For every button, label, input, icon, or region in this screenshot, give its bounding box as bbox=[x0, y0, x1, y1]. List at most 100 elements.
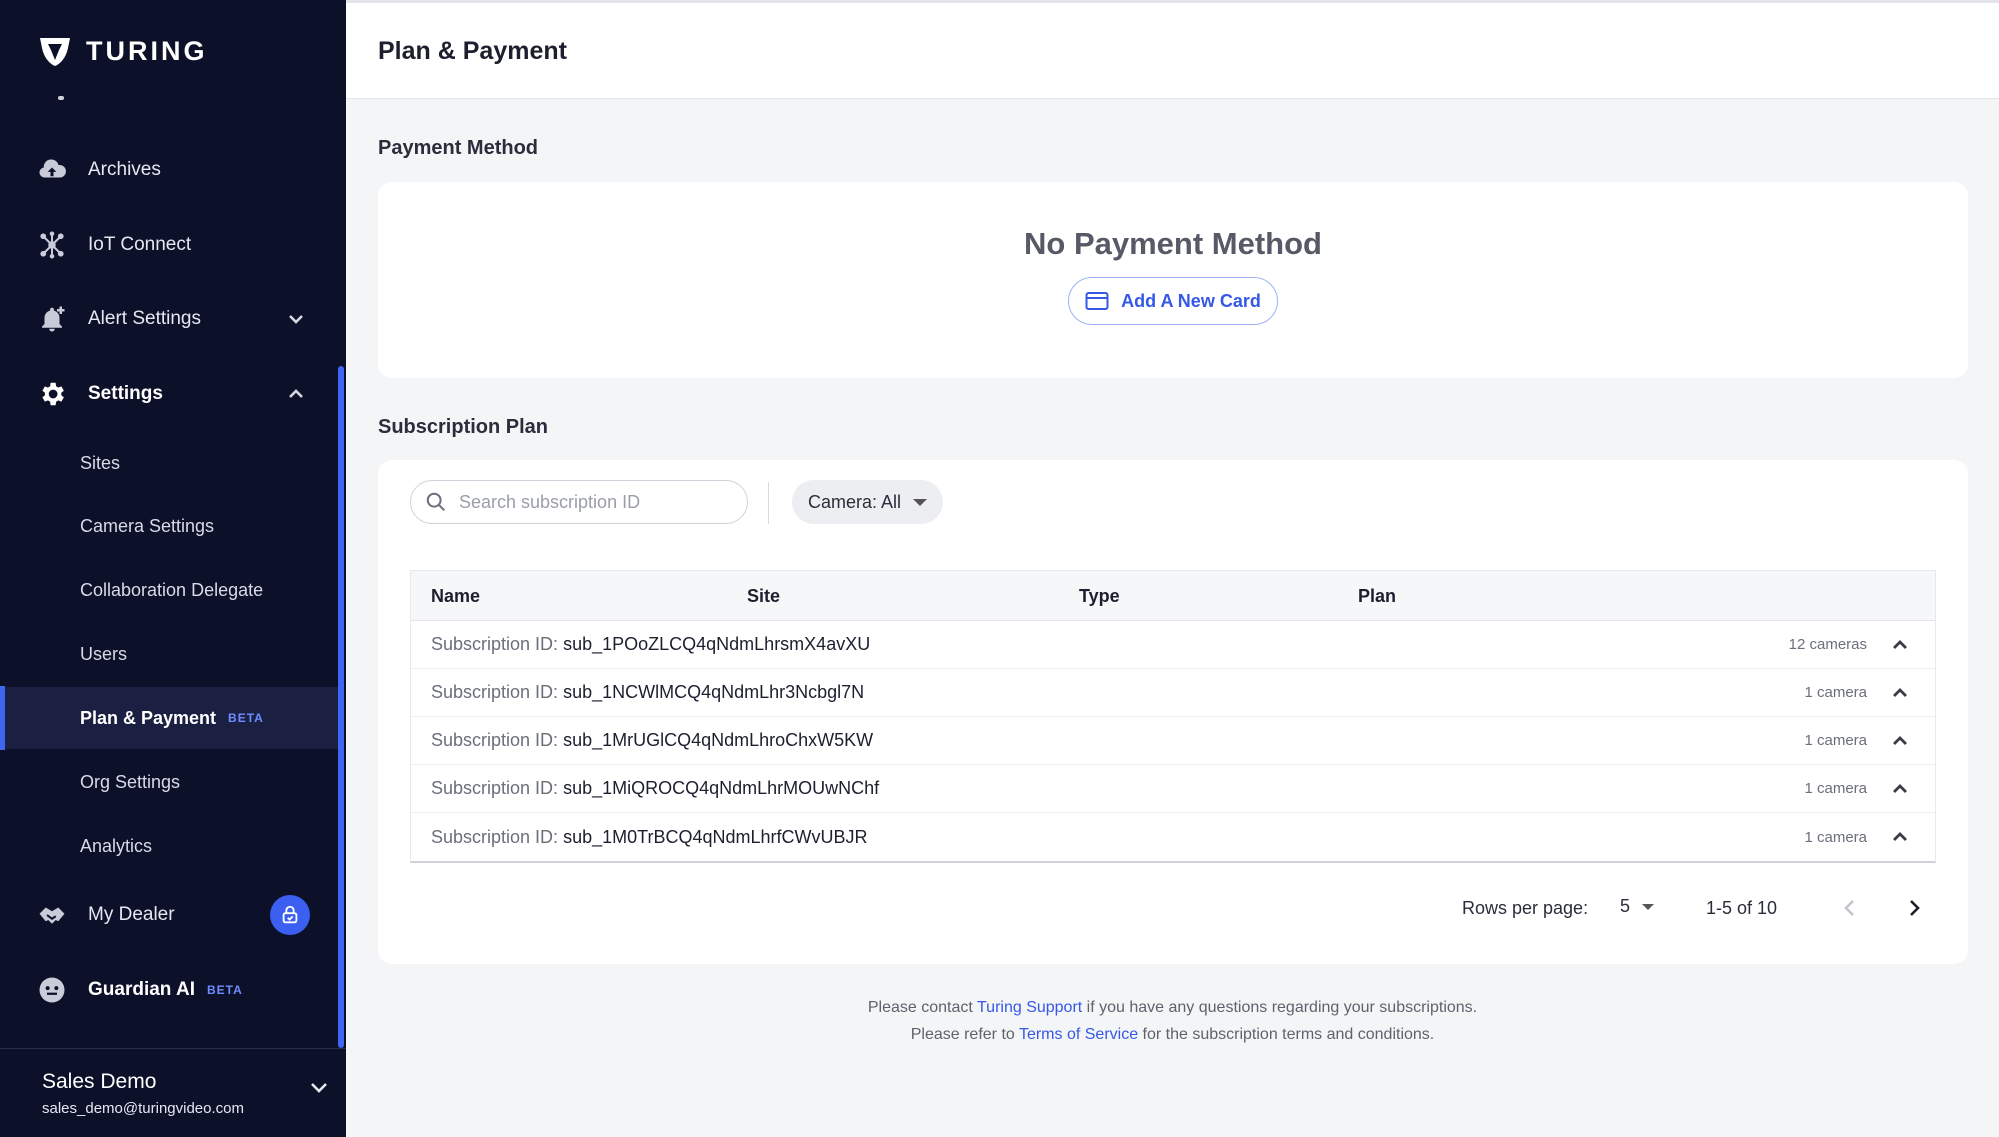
caret-down-icon bbox=[913, 498, 928, 506]
subscription-table: Name Site Type Plan Subscription ID: sub… bbox=[410, 570, 1936, 863]
sidebar-divider bbox=[0, 1048, 346, 1049]
pagination-range: 1-5 of 10 bbox=[1706, 898, 1778, 918]
subscription-id-prefix: Subscription ID: bbox=[431, 778, 559, 798]
table-row[interactable]: Subscription ID: sub_1NCWlMCQ4qNdmLhr3Nc… bbox=[411, 669, 1935, 717]
sidebar-item-label: Guardian AI bbox=[88, 979, 195, 1000]
gear-icon bbox=[36, 378, 68, 410]
column-header-name[interactable]: Name bbox=[431, 571, 480, 621]
payment-method-title: Payment Method bbox=[378, 137, 539, 159]
sidebar-subitem-collaboration-delegate[interactable]: Collaboration Delegate bbox=[0, 559, 340, 621]
terms-note-text: Please refer to bbox=[910, 1026, 1019, 1043]
turing-logo-icon bbox=[40, 38, 70, 66]
camera-count: 1 camera bbox=[1804, 732, 1867, 749]
camera-filter-dropdown[interactable]: Camera: All bbox=[792, 480, 944, 524]
rows-per-page-label: Rows per page: bbox=[1462, 898, 1589, 918]
table-row[interactable]: Subscription ID: sub_1M0TrBCQ4qNdmLhrfCW… bbox=[411, 813, 1935, 861]
support-note-text: if you have any questions regarding your… bbox=[1082, 999, 1478, 1016]
subscription-label: Subscription ID: sub_1MrUGlCQ4qNdmLhroCh… bbox=[431, 730, 873, 751]
brand-name: TURING bbox=[86, 35, 208, 66]
page-title: Plan & Payment bbox=[378, 37, 567, 65]
subscription-label: Subscription ID: sub_1NCWlMCQ4qNdmLhr3Nc… bbox=[431, 682, 864, 703]
sidebar-subitem-plan-payment[interactable]: Plan & Payment BETA bbox=[0, 687, 340, 749]
subscription-id: sub_1MrUGlCQ4qNdmLhroChxW5KW bbox=[563, 730, 874, 750]
search-input[interactable] bbox=[459, 491, 729, 513]
add-card-button[interactable]: Add A New Card bbox=[1068, 277, 1278, 325]
table-row[interactable]: Subscription ID: sub_1MiQROCQ4qNdmLhrMOU… bbox=[411, 765, 1935, 813]
camera-filter-label: Camera: All bbox=[808, 491, 902, 512]
turing-support-link[interactable]: Turing Support bbox=[977, 999, 1082, 1016]
sidebar-subitem-users[interactable]: Users bbox=[0, 623, 340, 685]
chevron-up-icon[interactable] bbox=[1891, 636, 1909, 654]
sidebar-subitem-sites[interactable]: Sites bbox=[0, 432, 340, 494]
brand-logo[interactable]: TURING bbox=[38, 34, 208, 68]
chevron-down-icon[interactable] bbox=[286, 309, 306, 329]
terms-note-text: for the subscription terms and condition… bbox=[1138, 1026, 1435, 1043]
rows-per-page-select[interactable]: 5 bbox=[1620, 896, 1655, 917]
page-header: Plan & Payment bbox=[346, 3, 1999, 99]
sidebar-scrollbar[interactable] bbox=[338, 366, 344, 1048]
sidebar-item-archives[interactable]: Archives bbox=[0, 140, 340, 200]
search-box[interactable] bbox=[410, 480, 748, 524]
subscription-label: Subscription ID: sub_1POoZLCQ4qNdmLhrsmX… bbox=[431, 634, 870, 655]
sidebar-subitem-label: Analytics bbox=[80, 835, 153, 856]
robot-face-icon bbox=[36, 974, 68, 1006]
sidebar-subitem-org-settings[interactable]: Org Settings bbox=[0, 751, 340, 813]
table-row[interactable]: Subscription ID: sub_1POoZLCQ4qNdmLhrsmX… bbox=[411, 621, 1935, 669]
column-header-plan[interactable]: Plan bbox=[1358, 571, 1396, 621]
account-email: sales_demo@turingvideo.com bbox=[42, 1100, 244, 1117]
sidebar: TURING Archives IoT Connect Alert Settin… bbox=[0, 0, 346, 1137]
subscription-id-prefix: Subscription ID: bbox=[431, 730, 559, 750]
subscription-plan-title: Subscription Plan bbox=[378, 416, 549, 438]
subscription-id: sub_1MiQROCQ4qNdmLhrMOUwNChf bbox=[563, 778, 880, 798]
beta-badge: BETA bbox=[206, 983, 243, 997]
column-header-type[interactable]: Type bbox=[1079, 571, 1120, 621]
subscription-id-prefix: Subscription ID: bbox=[431, 682, 559, 702]
sidebar-item-iot-connect[interactable]: IoT Connect bbox=[0, 215, 340, 275]
column-header-site[interactable]: Site bbox=[747, 571, 780, 621]
subscription-label: Subscription ID: sub_1M0TrBCQ4qNdmLhrfCW… bbox=[431, 827, 868, 848]
sidebar-subitem-camera-settings[interactable]: Camera Settings bbox=[0, 495, 340, 557]
support-note-text: Please contact bbox=[867, 999, 977, 1016]
chevron-down-icon[interactable] bbox=[308, 1076, 330, 1098]
sidebar-item-guardian-ai[interactable]: Guardian AI BETA bbox=[0, 960, 340, 1020]
sidebar-item-my-dealer[interactable]: My Dealer bbox=[0, 885, 340, 945]
sidebar-item-label: Settings bbox=[88, 383, 163, 404]
camera-count: 1 camera bbox=[1804, 828, 1867, 846]
subscription-id: sub_1M0TrBCQ4qNdmLhrfCWvUBJR bbox=[563, 826, 868, 847]
chevron-up-icon[interactable] bbox=[1891, 828, 1909, 846]
camera-count: 1 camera bbox=[1804, 684, 1867, 701]
sidebar-item-settings[interactable]: Settings bbox=[0, 364, 340, 424]
subscription-id: sub_1NCWlMCQ4qNdmLhr3Ncbgl7N bbox=[563, 682, 865, 702]
terms-note: Please refer to Terms of Service for the… bbox=[346, 1026, 1999, 1044]
chevron-up-icon[interactable] bbox=[1891, 780, 1909, 798]
table-row[interactable]: Subscription ID: sub_1MrUGlCQ4qNdmLhroCh… bbox=[411, 717, 1935, 765]
subscription-id: sub_1POoZLCQ4qNdmLhrsmX4avXU bbox=[563, 634, 871, 654]
sidebar-item-alert-settings[interactable]: Alert Settings bbox=[0, 289, 340, 349]
sidebar-subitem-label: Sites bbox=[80, 452, 121, 473]
chevron-up-icon[interactable] bbox=[286, 384, 306, 404]
active-indicator bbox=[0, 686, 5, 750]
prev-page-button[interactable] bbox=[1838, 896, 1862, 920]
table-header: Name Site Type Plan bbox=[411, 571, 1935, 621]
chevron-up-icon[interactable] bbox=[1891, 684, 1909, 702]
account-switcher[interactable]: Sales Demo sales_demo@turingvideo.com bbox=[42, 1070, 244, 1117]
subscription-plan-card: Camera: All Name Site Type Plan Subscrip… bbox=[378, 460, 1968, 964]
chevron-up-icon[interactable] bbox=[1891, 732, 1909, 750]
next-page-button[interactable] bbox=[1902, 896, 1926, 920]
payment-method-card: No Payment Method Add A New Card bbox=[378, 182, 1968, 378]
dealer-access-icon[interactable] bbox=[270, 895, 310, 935]
sidebar-subitem-label: Users bbox=[80, 643, 128, 664]
subscription-id-prefix: Subscription ID: bbox=[431, 634, 559, 654]
terms-of-service-link[interactable]: Terms of Service bbox=[1019, 1026, 1138, 1043]
handshake-icon bbox=[36, 899, 68, 931]
toolbar-divider bbox=[768, 482, 769, 524]
add-card-label: Add A New Card bbox=[1121, 290, 1261, 311]
subscription-id-prefix: Subscription ID: bbox=[431, 826, 559, 847]
credit-card-icon bbox=[1085, 292, 1109, 310]
bell-plus-icon bbox=[36, 303, 68, 335]
camera-count: 12 cameras bbox=[1788, 636, 1867, 653]
sidebar-subitem-analytics[interactable]: Analytics bbox=[0, 815, 340, 877]
chevron-left-icon bbox=[1844, 900, 1854, 916]
subscription-label: Subscription ID: sub_1MiQROCQ4qNdmLhrMOU… bbox=[431, 778, 879, 799]
sidebar-item-label: My Dealer bbox=[88, 904, 175, 925]
